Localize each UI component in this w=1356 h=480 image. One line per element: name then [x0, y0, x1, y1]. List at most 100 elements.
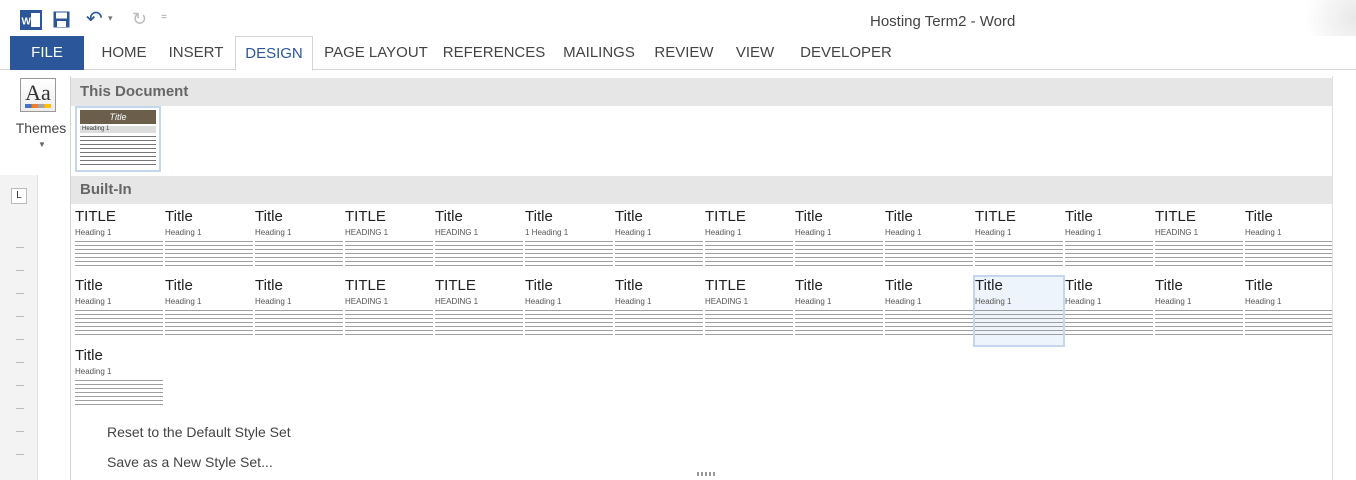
style-thumb-title: TITLE: [345, 208, 386, 225]
style-set-thumb[interactable]: Title Heading 1: [615, 277, 703, 345]
style-thumb-heading: Heading 1: [255, 297, 292, 306]
style-thumb-body-lines: [615, 310, 703, 336]
style-set-thumb[interactable]: Title Heading 1: [1065, 277, 1153, 345]
word-app-icon[interactable]: W: [20, 10, 42, 30]
style-thumb-title: Title: [435, 208, 463, 225]
style-thumb-body-lines: [255, 241, 343, 267]
style-set-thumb[interactable]: TITLE HEADING 1: [705, 277, 793, 345]
style-thumb-body-lines: [435, 241, 523, 267]
style-thumb-heading: Heading 1: [795, 228, 832, 237]
style-set-thumb[interactable]: Title Heading 1: [1245, 277, 1333, 345]
style-set-thumb[interactable]: Title Heading 1: [795, 208, 883, 276]
style-thumb-heading: Heading 1: [615, 228, 652, 237]
undo-dropdown-icon[interactable]: ▾: [108, 13, 113, 24]
style-thumb-body-lines: [435, 310, 523, 336]
style-thumb-heading: Heading 1: [165, 228, 202, 237]
style-set-thumb[interactable]: Title Heading 1: [165, 277, 253, 345]
style-set-thumb[interactable]: Title HEADING 1: [435, 208, 523, 276]
style-set-thumb[interactable]: Title Heading 1: [75, 347, 163, 415]
style-set-thumb[interactable]: Title Heading 1: [885, 277, 973, 345]
style-set-thumb[interactable]: Title Heading 1: [1155, 277, 1243, 345]
style-thumb-heading: HEADING 1: [705, 297, 749, 306]
svg-text:W: W: [22, 17, 32, 28]
title-bar: W ↶ ▾ ↻ = Hosting Term2 - Word: [0, 0, 1356, 60]
style-set-thumb[interactable]: TITLE HEADING 1: [435, 277, 523, 345]
tab-page-layout[interactable]: PAGE LAYOUT: [320, 36, 432, 70]
chevron-down-icon: ▼: [38, 140, 46, 149]
style-thumb-heading: HEADING 1: [345, 297, 389, 306]
style-thumb-heading: Heading 1: [255, 228, 292, 237]
style-thumb-title: Title: [525, 208, 553, 225]
style-thumb-heading: Heading 1: [885, 228, 922, 237]
style-thumb-body-lines: [795, 241, 883, 267]
save-icon[interactable]: [53, 11, 70, 28]
style-set-thumb[interactable]: Title Heading 1: [255, 277, 343, 345]
style-set-thumb[interactable]: TITLE HEADING 1: [1155, 208, 1243, 276]
style-set-thumb[interactable]: TITLE HEADING 1: [345, 208, 433, 276]
style-set-thumb[interactable]: TITLE Heading 1: [75, 208, 163, 276]
tab-view[interactable]: VIEW: [730, 36, 780, 70]
style-thumb-body-lines: [525, 241, 613, 267]
style-thumb-body-lines: [75, 310, 163, 336]
style-set-thumb[interactable]: Title 1 Heading 1: [525, 208, 613, 276]
style-thumb-title: Title: [795, 277, 823, 294]
style-thumb-heading: Heading 1: [75, 228, 112, 237]
tab-insert[interactable]: INSERT: [160, 36, 232, 70]
style-set-thumb[interactable]: Title Heading 1: [75, 277, 163, 345]
style-set-thumb[interactable]: Title Heading 1: [885, 208, 973, 276]
style-set-thumb[interactable]: Title Heading 1: [795, 277, 883, 345]
style-thumb-title: Title: [75, 347, 103, 364]
style-thumb-heading: Heading 1: [1245, 228, 1282, 237]
themes-button[interactable]: Aa Themes ▼: [14, 76, 68, 154]
style-thumb-title: Title: [165, 208, 193, 225]
style-thumb-heading: Heading 1: [1245, 297, 1282, 306]
redo-icon[interactable]: ↻: [132, 9, 147, 29]
style-set-thumb[interactable]: TITLE Heading 1: [705, 208, 793, 276]
tab-design[interactable]: DESIGN: [235, 36, 313, 71]
style-set-thumb[interactable]: Title Heading 1: [255, 208, 343, 276]
theme-color-swatch: [25, 104, 51, 108]
tab-references[interactable]: REFERENCES: [440, 36, 548, 70]
style-thumb-body-lines: [885, 310, 973, 336]
window-title: Hosting Term2 - Word: [870, 13, 1016, 30]
style-thumb-body-lines: [1065, 310, 1153, 336]
style-thumb-title: Title: [795, 208, 823, 225]
gallery-right-edge: [1332, 76, 1356, 480]
style-thumb-body-lines: [795, 310, 883, 336]
style-thumb-title: Title: [975, 277, 1003, 294]
style-thumb-title: Title: [165, 277, 193, 294]
style-set-thumb[interactable]: Title Heading 1: [973, 275, 1065, 347]
reset-style-set-menu-item[interactable]: Reset to the Default Style Set: [107, 424, 291, 440]
tab-developer[interactable]: DEVELOPER: [796, 36, 896, 70]
style-thumb-title: Title: [885, 208, 913, 225]
style-set-thumb[interactable]: TITLE HEADING 1: [345, 277, 433, 345]
style-thumb-body-lines: [255, 310, 343, 336]
style-set-thumb[interactable]: Title Heading 1: [615, 208, 703, 276]
this-document-style-thumb[interactable]: Title Heading 1: [75, 106, 161, 172]
style-set-thumb[interactable]: TITLE Heading 1: [975, 208, 1063, 276]
tab-stop-selector[interactable]: L: [11, 188, 27, 204]
save-new-style-set-menu-item[interactable]: Save as a New Style Set...: [107, 454, 273, 470]
style-thumb-body-lines: [165, 310, 253, 336]
style-thumb-title: Title: [1245, 208, 1273, 225]
style-set-thumb[interactable]: Title Heading 1: [165, 208, 253, 276]
tab-file[interactable]: FILE: [10, 36, 84, 70]
tab-review[interactable]: REVIEW: [650, 36, 718, 70]
style-thumb-title: TITLE: [345, 277, 386, 294]
style-set-thumb[interactable]: Title Heading 1: [1245, 208, 1333, 276]
style-thumb-body-lines: [705, 310, 793, 336]
style-thumb-heading: Heading 1: [975, 228, 1012, 237]
undo-icon[interactable]: ↶: [86, 9, 103, 29]
style-set-thumb[interactable]: Title Heading 1: [1065, 208, 1153, 276]
tab-mailings[interactable]: MAILINGS: [556, 36, 642, 70]
resize-grip[interactable]: [697, 472, 717, 476]
style-thumb-heading: 1 Heading 1: [525, 228, 569, 237]
built-in-header: Built-In: [71, 176, 1333, 204]
style-thumb-body-lines: [1155, 241, 1243, 267]
style-set-thumb[interactable]: Title Heading 1: [525, 277, 613, 345]
style-thumb-heading: Heading 1: [165, 297, 202, 306]
style-thumb-body-lines: [975, 241, 1063, 267]
customize-qat-icon[interactable]: =: [161, 12, 167, 23]
style-thumb-heading: Heading 1: [975, 297, 1012, 306]
tab-home[interactable]: HOME: [90, 36, 158, 70]
